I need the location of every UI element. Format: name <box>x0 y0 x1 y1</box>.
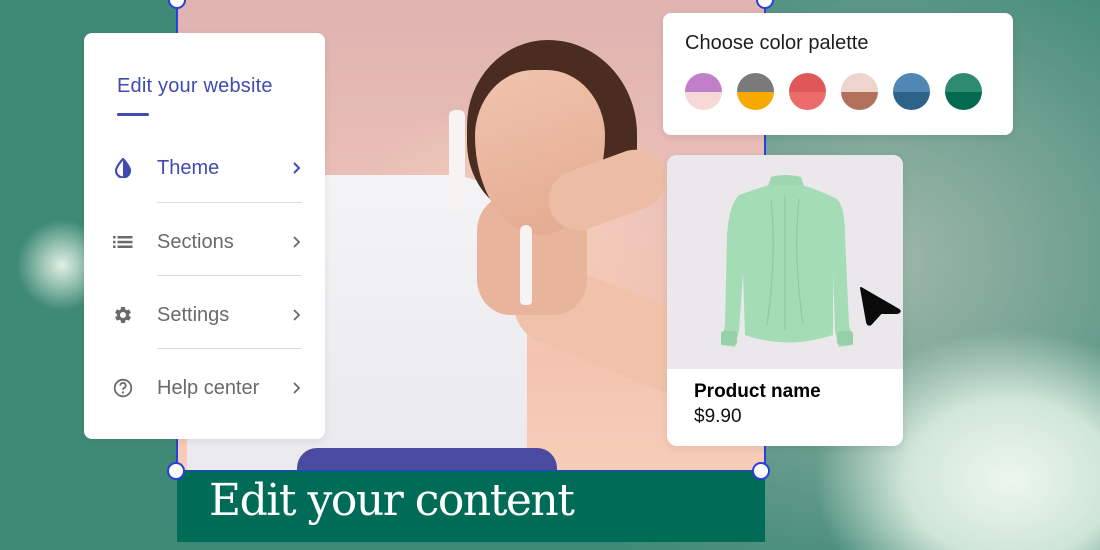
panel-title: Edit your website <box>117 75 273 97</box>
swatch-top-half <box>893 73 930 92</box>
chevron-right-icon <box>292 381 302 395</box>
menu-item-sections[interactable]: Sections <box>84 217 325 267</box>
swatch-top-half <box>737 73 774 92</box>
product-name[interactable]: Product name <box>694 381 821 403</box>
swatch-top-half <box>841 73 878 92</box>
menu-item-settings[interactable]: Settings <box>84 290 325 340</box>
swatch-bottom-half <box>789 91 826 110</box>
resize-handle-bottom-left[interactable] <box>167 462 185 480</box>
photo-earring-right <box>520 225 532 305</box>
color-swatch-blue[interactable] <box>893 73 930 110</box>
color-palette-card: Choose color palette <box>663 13 1013 135</box>
swatch-top-half <box>789 73 826 92</box>
color-swatch-green[interactable] <box>945 73 982 110</box>
chevron-right-icon <box>292 235 302 249</box>
color-swatch-coral[interactable] <box>789 73 826 110</box>
content-banner[interactable]: Edit your content <box>177 471 765 542</box>
cursor-arrow-icon <box>860 287 901 326</box>
menu-item-label: Help center <box>157 376 260 399</box>
swatch-bottom-half <box>945 91 982 110</box>
product-image[interactable] <box>667 155 903 369</box>
menu-item-label: Settings <box>157 303 230 326</box>
color-swatch-lilac[interactable] <box>685 73 722 110</box>
chevron-right-icon <box>292 161 302 175</box>
title-underline <box>117 113 149 116</box>
swatch-list <box>685 73 982 110</box>
swatch-bottom-half <box>737 91 774 110</box>
swatch-bottom-half <box>841 91 878 110</box>
resize-handle-bottom-right[interactable] <box>752 462 770 480</box>
swatch-bottom-half <box>685 91 722 110</box>
swatch-top-half <box>685 73 722 92</box>
menu-divider <box>157 202 302 203</box>
product-price: $9.90 <box>694 406 742 427</box>
swatch-top-half <box>945 73 982 92</box>
help-circle-icon <box>112 377 134 399</box>
photo-skirt <box>297 448 557 471</box>
color-swatch-blush-brown[interactable] <box>841 73 878 110</box>
menu-item-label: Theme <box>157 156 220 179</box>
color-swatch-gray-amber[interactable] <box>737 73 774 110</box>
edit-website-panel: Edit your website Theme Sections Setting… <box>84 33 325 439</box>
palette-title: Choose color palette <box>685 32 869 54</box>
menu-divider <box>157 348 302 349</box>
photo-earring-left <box>449 110 465 210</box>
chevron-right-icon <box>292 308 302 322</box>
menu-divider <box>157 275 302 276</box>
menu-item-theme[interactable]: Theme <box>84 143 325 193</box>
blouse-illustration <box>721 175 853 347</box>
menu-item-label: Sections <box>157 230 234 253</box>
theme-drop-icon <box>112 157 134 179</box>
menu-item-help-center[interactable]: Help center <box>84 363 325 413</box>
swatch-bottom-half <box>893 91 930 110</box>
list-icon <box>112 231 134 253</box>
banner-heading[interactable]: Edit your content <box>209 475 575 526</box>
gear-icon <box>112 304 134 326</box>
